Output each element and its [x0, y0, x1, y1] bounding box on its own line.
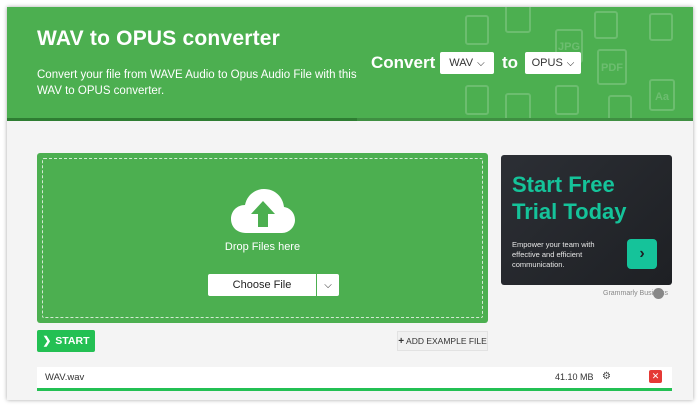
start-button-label: START [55, 335, 90, 347]
close-icon: ✕ [651, 371, 660, 381]
decor-file-icon [505, 7, 531, 33]
file-list-item: WAV.wav 41.10 MB ⚙ ✕ [37, 367, 672, 391]
chevron-down-icon: ⌵ [566, 57, 575, 69]
ad-info-icon[interactable] [653, 288, 664, 299]
drop-files-text: Drop Files here [224, 241, 301, 253]
decor-file-icon [555, 85, 579, 115]
chevron-down-icon: ⌵ [477, 57, 485, 69]
ad-headline: Start Free Trial Today [512, 171, 627, 225]
convert-label: Convert [371, 53, 436, 72]
cloud-upload-icon [231, 189, 295, 233]
start-button[interactable]: ❯ START [37, 330, 95, 352]
ad-arrow-button[interactable]: › [627, 239, 657, 269]
header-banner: JPG PDF Aa WAV to OPUS converter Convert… [7, 7, 693, 121]
ad-headline-line2: Trial Today [512, 199, 627, 224]
decor-chart-icon [649, 13, 673, 41]
decor-trend-icon [505, 93, 531, 121]
converter-window: JPG PDF Aa WAV to OPUS converter Convert… [7, 7, 693, 400]
from-format-select[interactable]: WAV ⌵ [440, 52, 494, 74]
ad-headline-line1: Start Free [512, 172, 615, 197]
file-name: WAV.wav [45, 372, 85, 383]
page-description: Convert your file from WAVE Audio to Opu… [37, 69, 357, 97]
chevron-down-icon: ⌵ [324, 279, 332, 291]
file-drop-zone[interactable]: Drop Files here Choose File ⌵ [37, 153, 488, 323]
to-format-value: OPUS [531, 57, 563, 69]
chevron-right-icon: › [639, 245, 645, 262]
plus-icon: + [398, 335, 405, 347]
to-format-select[interactable]: OPUS ⌵ [525, 52, 581, 74]
decor-image-icon [594, 11, 618, 39]
to-label: to [502, 53, 519, 72]
add-example-file-button[interactable]: + ADD EXAMPLE FILE [397, 331, 488, 351]
header-divider [7, 118, 693, 121]
from-format-value: WAV [449, 57, 474, 69]
add-example-label: ADD EXAMPLE FILE [406, 336, 487, 346]
decor-text-icon: Aa [649, 79, 675, 111]
decor-file-icon [465, 85, 489, 115]
decor-file-icon [465, 15, 489, 45]
choose-file-button[interactable]: Choose File [208, 274, 316, 296]
advertisement-banner[interactable]: Start Free Trial Today Empower your team… [501, 155, 672, 285]
page-title: WAV to OPUS converter [37, 27, 281, 50]
decor-pdf-icon: PDF [597, 49, 627, 85]
ad-body-text: Empower your team with effective and eff… [512, 240, 595, 269]
choose-source-dropdown[interactable]: ⌵ [317, 274, 339, 296]
delete-file-button[interactable]: ✕ [649, 370, 662, 383]
file-size: 41.10 MB [555, 372, 594, 382]
file-settings-icon[interactable]: ⚙ [602, 371, 611, 382]
chevron-right-icon: ❯ [42, 335, 52, 347]
